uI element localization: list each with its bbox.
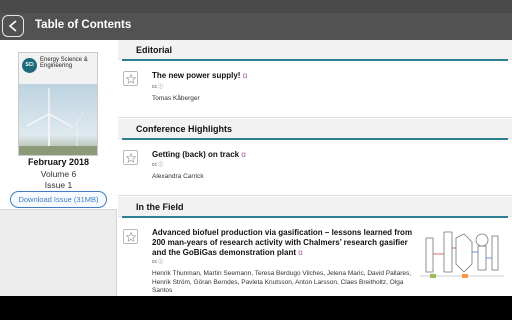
app-screen: Table of Contents SCI Energy Science & E…	[0, 0, 512, 320]
article-item[interactable]: The new power supply! ɑ cc ⓘ Tomas Kåber…	[118, 61, 512, 118]
article-authors: Henrik Thunman, Martin Seemann, Teresa B…	[152, 270, 412, 294]
section-header-in-the-field: In the Field	[118, 197, 512, 217]
issue-card: SCI Energy Science & Engineering Februar…	[0, 40, 117, 210]
article-title[interactable]: Getting (back) on track	[152, 150, 239, 159]
article-title-row: The new power supply! ɑ	[152, 71, 492, 81]
chevron-left-icon	[8, 20, 17, 32]
article-authors: Tomas Kåberger	[152, 95, 200, 102]
open-access-icon: ɑ	[241, 150, 246, 159]
issue-panel: SCI Energy Science & Engineering Februar…	[0, 40, 117, 296]
wind-turbine-illustration	[19, 88, 97, 155]
download-issue-button[interactable]: Download Issue (31MB)	[10, 191, 107, 208]
issue-cover[interactable]: SCI Energy Science & Engineering	[18, 52, 98, 156]
section-title: Conference Highlights	[136, 124, 233, 134]
issue-date: February 2018	[27, 157, 90, 167]
cover-journal-name: Energy Science & Engineering	[40, 57, 88, 70]
article-authors: Alexandra Carrick	[152, 173, 204, 180]
license-icons: cc ⓘ	[152, 259, 164, 265]
open-access-icon: ɑ	[298, 248, 303, 257]
open-access-icon: ɑ	[242, 71, 248, 80]
cover-photo	[19, 84, 97, 155]
article-item[interactable]: Getting (back) on track ɑ cc ⓘ Alexandra…	[118, 140, 512, 196]
article-title[interactable]: Advanced biofuel production via gasifica…	[152, 228, 412, 257]
navigation-bar	[0, 296, 512, 320]
section-header-conference-highlights: Conference Highlights	[118, 119, 512, 139]
status-bar	[0, 0, 512, 13]
journal-logo: SCI	[22, 58, 37, 73]
cover-header: SCI Energy Science & Engineering	[19, 53, 97, 84]
article-item[interactable]: Advanced biofuel production via gasifica…	[118, 218, 512, 296]
section-title: Editorial	[136, 45, 173, 55]
star-icon	[126, 74, 136, 84]
article-title-row: Advanced biofuel production via gasifica…	[152, 228, 416, 258]
article-title[interactable]: The new power supply!	[152, 71, 240, 80]
back-button[interactable]	[2, 15, 24, 37]
license-icons: cc ⓘ	[152, 84, 164, 90]
license-icons: cc ⓘ	[152, 162, 164, 168]
section-title: In the Field	[136, 202, 184, 212]
favorite-button[interactable]	[123, 150, 138, 165]
article-thumbnail-diagram[interactable]	[418, 224, 508, 284]
section-header-editorial: Editorial	[118, 40, 512, 60]
star-icon	[126, 153, 136, 163]
title-bar: Table of Contents	[0, 13, 512, 40]
favorite-button[interactable]	[123, 229, 138, 244]
issue-number: Issue 1	[44, 180, 73, 190]
favorite-button[interactable]	[123, 71, 138, 86]
star-icon	[126, 232, 136, 242]
toc-list[interactable]: Editorial The new power supply! ɑ cc ⓘ T…	[118, 40, 512, 296]
page-title: Table of Contents	[35, 19, 132, 31]
issue-volume: Volume 6	[40, 169, 77, 179]
article-title-row: Getting (back) on track ɑ	[152, 150, 492, 160]
